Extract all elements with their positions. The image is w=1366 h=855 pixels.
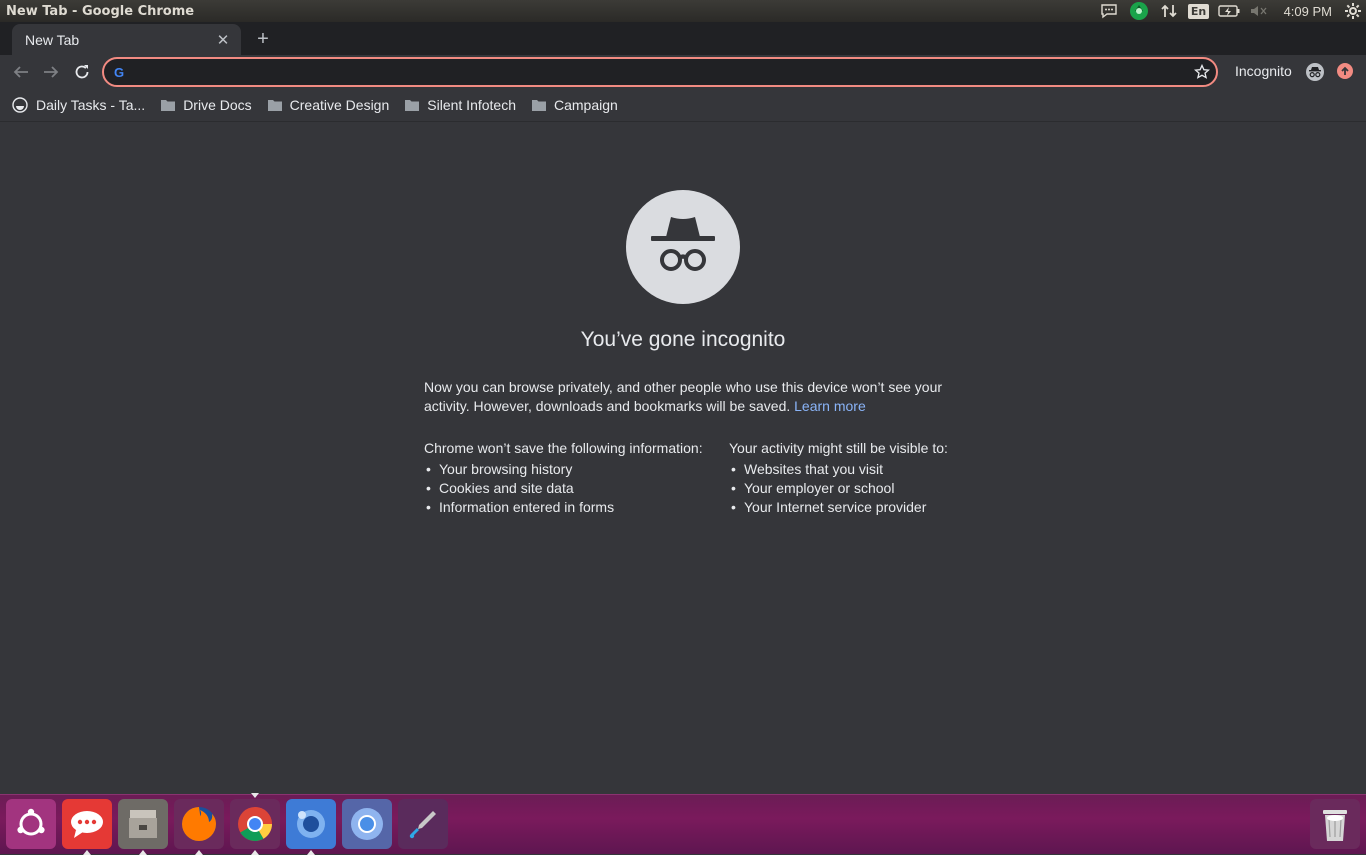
learn-more-link[interactable]: Learn more	[794, 398, 866, 414]
folder-icon	[405, 99, 420, 111]
folder-icon	[267, 99, 282, 111]
running-indicator	[195, 850, 203, 855]
not-saved-list: Your browsing history Cookies and site d…	[424, 460, 714, 517]
color-picker-icon[interactable]	[398, 799, 448, 849]
trash-icon[interactable]	[1310, 799, 1360, 849]
photos-app-icon[interactable]	[286, 799, 336, 855]
google-g-icon: G	[114, 64, 125, 80]
bookmark-label: Silent Infotech	[427, 97, 516, 113]
still-visible-list: Websites that you visit Your employer or…	[729, 460, 1019, 517]
running-indicator	[83, 850, 91, 855]
focused-indicator	[251, 793, 259, 798]
window-title: New Tab - Google Chrome	[6, 3, 195, 19]
bookmark-label: Daily Tasks - Ta...	[36, 97, 146, 113]
settings-gear-icon[interactable]	[1340, 0, 1366, 22]
tab-new-tab[interactable]: New Tab ✕	[12, 24, 241, 55]
bookmark-folder-creative-design[interactable]: Creative Design	[267, 97, 390, 113]
folder-icon	[532, 99, 546, 111]
close-icon[interactable]: ✕	[215, 31, 231, 49]
clock[interactable]: 4:09 PM	[1274, 4, 1340, 19]
running-indicator	[251, 850, 259, 855]
still-visible-title: Your activity might still be visible to:	[729, 440, 948, 456]
not-saved-title: Chrome won’t save the following informat…	[424, 440, 703, 456]
not-saved-section: Chrome won’t save the following informat…	[424, 440, 714, 517]
volume-muted-icon[interactable]	[1244, 0, 1274, 22]
bookmark-folder-campaign[interactable]: Campaign	[532, 97, 618, 113]
list-item: Information entered in forms	[424, 498, 714, 517]
update-arrow-icon[interactable]	[1337, 63, 1353, 79]
forward-arrow-icon	[44, 66, 59, 78]
list-item: Your browsing history	[424, 460, 714, 479]
file-archive-icon[interactable]	[118, 799, 168, 855]
still-visible-section: Your activity might still be visible to:…	[729, 440, 1019, 517]
sync-icon[interactable]	[1124, 0, 1154, 22]
incognito-avatar-icon[interactable]	[1306, 63, 1324, 81]
omnibox-input[interactable]	[132, 61, 1188, 83]
running-indicator	[307, 850, 315, 855]
os-top-panel: New Tab - Google Chrome En 4:09 PM	[0, 0, 1366, 22]
bookmark-daily-tasks[interactable]: Daily Tasks - Ta...	[12, 97, 145, 113]
running-indicator	[139, 850, 147, 855]
network-icon[interactable]	[1154, 0, 1184, 22]
list-item: Your Internet service provider	[729, 498, 1019, 517]
system-tray: En 4:09 PM	[1094, 0, 1366, 22]
list-item: Your employer or school	[729, 479, 1019, 498]
battery-icon[interactable]	[1214, 0, 1244, 22]
page-title: You’ve gone incognito	[580, 328, 786, 351]
browser-toolbar: G Incognito	[0, 55, 1366, 89]
firefox-icon[interactable]	[174, 799, 224, 855]
google-chrome-icon[interactable]	[230, 793, 280, 855]
bookmark-label: Creative Design	[289, 97, 390, 113]
keyboard-icon[interactable]: En	[1184, 0, 1214, 22]
bookmark-folder-drive-docs[interactable]: Drive Docs	[161, 97, 252, 113]
back-arrow-icon	[13, 66, 28, 78]
bookmarks-bar: Daily Tasks - Ta... Drive Docs Creative …	[0, 89, 1366, 121]
reload-icon	[75, 65, 89, 79]
incognito-spy-icon	[626, 190, 740, 304]
back-button[interactable]	[9, 60, 33, 84]
messaging-icon[interactable]	[1094, 0, 1124, 22]
intro-text: Now you can browse privately, and other …	[424, 378, 944, 416]
tab-title: New Tab	[25, 31, 80, 48]
messaging-app-icon[interactable]	[62, 799, 112, 855]
omnibox[interactable]: G	[102, 57, 1218, 87]
list-item: Cookies and site data	[424, 479, 714, 498]
list-item: Websites that you visit	[729, 460, 1019, 479]
chromium-icon[interactable]	[342, 799, 392, 849]
ubuntu-dash-icon[interactable]	[6, 799, 56, 849]
bookmark-label: Campaign	[554, 97, 618, 113]
bookmark-star-icon[interactable]	[1188, 59, 1216, 85]
new-tab-button[interactable]: +	[252, 28, 274, 50]
bookmark-label: Drive Docs	[183, 97, 252, 113]
ubuntu-launcher	[0, 793, 1366, 855]
reload-button[interactable]	[70, 60, 94, 84]
site-favicon-icon	[12, 97, 28, 113]
bookmark-folder-silent-infotech[interactable]: Silent Infotech	[405, 97, 516, 113]
incognito-page: You’ve gone incognito Now you can browse…	[0, 121, 1366, 794]
incognito-label[interactable]: Incognito	[1235, 63, 1292, 79]
folder-icon	[161, 99, 176, 111]
tab-strip: New Tab ✕ +	[0, 22, 1366, 55]
forward-button[interactable]	[39, 60, 63, 84]
